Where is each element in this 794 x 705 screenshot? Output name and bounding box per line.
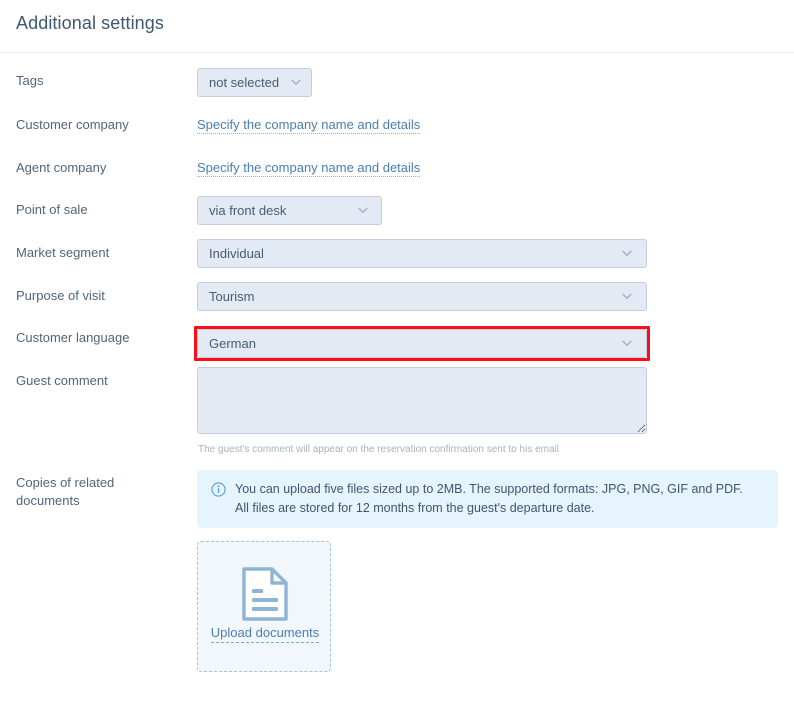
- label-customer-company: Customer company: [16, 117, 129, 132]
- label-guest-comment: Guest comment: [16, 373, 108, 388]
- customer-language-select[interactable]: German: [197, 329, 647, 358]
- point-of-sale-select-value: via front desk: [209, 203, 287, 218]
- tags-select[interactable]: not selected: [197, 68, 312, 97]
- label-customer-language: Customer language: [16, 330, 130, 345]
- additional-settings-panel: Additional settings Tags not selected Cu…: [0, 0, 794, 705]
- chevron-down-icon: [619, 283, 635, 310]
- customer-language-highlight: German: [194, 326, 650, 361]
- label-point-of-sale: Point of sale: [16, 202, 88, 217]
- chevron-down-icon: [619, 240, 635, 267]
- market-segment-select[interactable]: Individual: [197, 239, 647, 268]
- market-segment-select-value: Individual: [209, 246, 264, 261]
- upload-documents-link[interactable]: Upload documents: [210, 625, 320, 643]
- label-agent-company: Agent company: [16, 160, 107, 175]
- label-purpose-of-visit: Purpose of visit: [16, 288, 105, 303]
- upload-documents-dropzone[interactable]: Upload documents: [197, 541, 331, 672]
- chevron-down-icon: [355, 197, 371, 224]
- point-of-sale-select[interactable]: via front desk: [197, 196, 382, 225]
- banner-line-2: All files are stored for 12 months from …: [235, 501, 595, 515]
- guest-comment-hint: The guest's comment will appear on the r…: [198, 444, 559, 455]
- upload-documents-link-wrap[interactable]: Upload documents: [198, 624, 332, 643]
- panel-header: Additional settings: [0, 0, 794, 53]
- agent-company-link[interactable]: Specify the company name and details: [197, 160, 421, 177]
- info-circle-icon: [211, 482, 226, 502]
- customer-company-link[interactable]: Specify the company name and details: [197, 117, 421, 134]
- customer-language-select-value: German: [209, 336, 256, 351]
- label-market-segment: Market segment: [16, 245, 110, 260]
- tags-select-value: not selected: [209, 75, 280, 90]
- page-title: Additional settings: [16, 13, 164, 33]
- chevron-down-icon: [619, 330, 635, 357]
- banner-line-1: You can upload five files sized up to 2M…: [235, 482, 743, 496]
- purpose-of-visit-select-value: Tourism: [209, 289, 255, 304]
- chevron-down-icon: [288, 69, 304, 96]
- label-tags: Tags: [16, 73, 44, 88]
- upload-info-banner: You can upload five files sized up to 2M…: [197, 470, 778, 528]
- guest-comment-input[interactable]: [197, 367, 647, 434]
- purpose-of-visit-select[interactable]: Tourism: [197, 282, 647, 311]
- label-related-documents: Copies of related documents: [16, 475, 115, 508]
- document-icon: [241, 567, 289, 626]
